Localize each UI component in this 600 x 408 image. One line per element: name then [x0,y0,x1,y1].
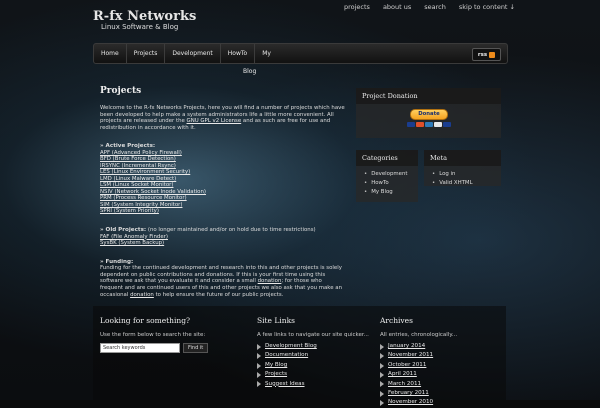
main-navigation-bar: Home Projects Development HowTo My rss [93,43,508,64]
old-projects-heading: » Old Projects: [100,226,147,233]
footer-search-intro: Use the form below to search the site: [100,332,206,338]
main-content: Projects Welcome to the R-fx Networks Pr… [100,86,345,298]
categories-widget: Categories Development HowTo My Blog [356,150,418,202]
arrow-icon [257,353,261,360]
project-link-spri[interactable]: SPRI (System Priority) [100,208,159,214]
donation-widget-title: Project Donation [356,88,501,104]
payment-cards [406,122,452,127]
find-it-button[interactable]: Find it [183,343,209,353]
old-projects-note: (no longer maintained and/or on hold due… [146,226,316,233]
gpl-license-link[interactable]: GNU GPL v2 License [187,118,242,124]
project-link-faf[interactable]: FAF (File Anomaly Finder) [100,234,168,240]
intro-paragraph: Welcome to the R-fx Networks Projects, h… [100,105,345,131]
project-link-sim[interactable]: SIM (System Integrity Monitor) [100,202,182,208]
topnav-search[interactable]: search [424,3,446,11]
footer-archives: Archives All entries, chronologically...… [380,316,500,408]
categories-title: Categories [356,150,418,166]
arrow-icon [257,343,261,350]
donation-widget: Project Donation Donate [356,88,501,138]
funding-heading: » Funding: [100,258,134,265]
nav-development[interactable]: Development [165,50,219,57]
topnav-about-us[interactable]: about us [383,3,411,11]
project-link-lmd[interactable]: LMD (Linux Malware Detect) [100,176,176,182]
search-input[interactable] [100,343,180,353]
footer-link-development-blog[interactable]: Development Blog [265,342,317,351]
footer-link-documentation[interactable]: Documentation [265,351,308,360]
donation-link[interactable]: donation [130,292,154,298]
category-howto[interactable]: HowTo [364,179,418,188]
arrow-icon [380,362,384,369]
project-link-irsync[interactable]: IRSYNC (Incremental Rsync) [100,163,176,169]
site-tagline: Linux Software & Blog [101,23,179,31]
footer-link-projects[interactable]: Projects [265,370,287,379]
rss-label: rss [477,51,488,58]
top-navigation: projects about us search skip to content… [344,3,515,11]
meta-log-in[interactable]: Log in [432,170,501,179]
bank-card-icon [443,122,451,127]
topnav-projects[interactable]: projects [344,3,370,11]
footer-search: Looking for something? Use the form belo… [100,316,240,338]
footer-search-title: Looking for something? [100,316,191,325]
archives-title: Archives [380,316,413,325]
arrow-icon [257,362,261,369]
arrow-icon [257,381,261,388]
search-form: Find it [100,343,209,353]
archive-link[interactable]: April 2011 [388,370,417,379]
nav-projects[interactable]: Projects [127,50,165,57]
arrow-icon [380,343,384,350]
project-link-apf[interactable]: APF (Advanced Policy Firewall) [100,150,182,156]
nav-blog[interactable]: Blog [243,68,256,75]
visa-card-icon [407,122,415,127]
arrow-icon [380,371,384,378]
project-link-prm[interactable]: PRM (Process Resource Monitor) [100,195,187,201]
project-link-bfd[interactable]: BFD (Brute Force Detection) [100,156,176,162]
arrow-icon [380,353,384,360]
arrow-icon [380,390,384,397]
rss-icon [489,51,496,58]
category-development[interactable]: Development [364,170,418,179]
discover-card-icon [434,122,442,127]
donate-label: Donate [410,109,448,120]
footer-link-suggest-ideas[interactable]: Suggest Ideas [265,380,305,389]
category-my-blog[interactable]: My Blog [364,188,418,197]
amex-card-icon [425,122,433,127]
paypal-donate-button[interactable]: Donate [406,109,452,130]
arrow-icon [380,400,384,407]
project-link-les[interactable]: LES (Linux Environment Security) [100,169,190,175]
archive-link[interactable]: February 2011 [388,389,429,398]
archive-link[interactable]: November 2011 [388,351,433,360]
mastercard-icon [416,122,424,127]
footer-link-my-blog[interactable]: My Blog [265,361,287,370]
site-links-title: Site Links [257,316,295,325]
site-title[interactable]: R-fx Networks [93,9,196,24]
page-title: Projects [100,86,142,96]
funding-section: » Funding: Funding for the continued dev… [100,259,345,299]
meta-valid-xhtml[interactable]: Valid XHTML [432,179,501,188]
topnav-skip-to-content[interactable]: skip to content ↓ [459,3,515,11]
active-projects-section: » Active Projects: APF (Advanced Policy … [100,143,345,215]
nav-howto[interactable]: HowTo [221,50,254,57]
rss-button[interactable]: rss [472,48,501,61]
project-link-nsiv[interactable]: NSIV (Network Socket Inode Validation) [100,189,206,195]
project-link-lsm[interactable]: LSM (Linux Socket Monitor) [100,182,173,188]
site-links-intro: A few links to navigate our site quicker… [257,332,369,338]
meta-widget: Meta Log in Valid XHTML [424,150,501,186]
archives-intro: All entries, chronologically... [380,332,458,338]
active-projects-heading: » Active Projects: [100,143,156,150]
nav-my[interactable]: My [255,50,278,57]
footer: Looking for something? Use the form belo… [93,306,506,407]
archive-link[interactable]: January 2014 [388,342,425,351]
project-link-sysbk[interactable]: SysBK (System Backup) [100,240,164,246]
arrow-icon [257,371,261,378]
archive-link[interactable]: March 2011 [388,380,421,389]
meta-title: Meta [424,150,501,166]
nav-home[interactable]: Home [94,50,126,57]
archive-link[interactable]: October 2011 [388,361,426,370]
arrow-icon [380,381,384,388]
donation-link[interactable]: donation [258,278,282,284]
footer-site-links: Site Links A few links to navigate our s… [257,316,377,389]
old-projects-section: » Old Projects: (no longer maintained an… [100,227,345,247]
